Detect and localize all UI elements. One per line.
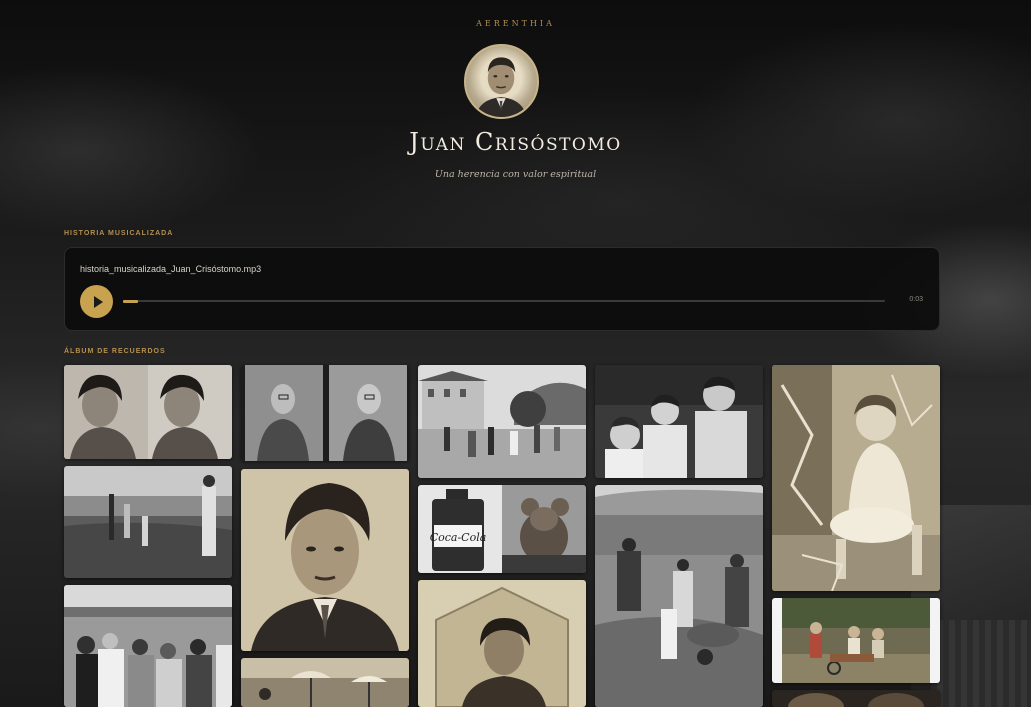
- audio-progress-bar[interactable]: [123, 299, 885, 303]
- page: AERENTHIA Juan Crisóstomo Una herencia c…: [0, 0, 1031, 707]
- audio-player: historia_musicalizada_Juan_Crisóstomo.mp…: [64, 247, 940, 331]
- photo-men-portrait-pair[interactable]: [241, 365, 409, 461]
- audio-time: 0:03: [909, 296, 923, 303]
- photo-beach-umbrellas[interactable]: [241, 658, 409, 707]
- photo-three-boys[interactable]: [595, 365, 763, 478]
- audio-progress-fill: [123, 299, 139, 303]
- music-section-label: HISTORIA MUSICALIZADA: [64, 230, 174, 237]
- photo-children-in-garden[interactable]: [772, 598, 940, 683]
- photo-village-street-dance[interactable]: [418, 365, 586, 478]
- photo-woman-portrait-pair[interactable]: [64, 365, 232, 459]
- photo-coca-cola-bottle-and-toy[interactable]: Coca-Cola: [418, 485, 586, 573]
- play-icon: [93, 295, 103, 308]
- photo-young-man-portrait[interactable]: [241, 469, 409, 651]
- photo-beach-shoreline[interactable]: [64, 466, 232, 578]
- profile-name: Juan Crisóstomo: [409, 128, 622, 156]
- album-section-label: ÁLBUM DE RECUERDOS: [64, 348, 166, 355]
- profile-avatar: [464, 44, 539, 119]
- brand-name[interactable]: AERENTHIA: [0, 19, 1031, 28]
- svg-text:Coca-Cola: Coca-Cola: [430, 531, 487, 544]
- photo-workers-with-wheelbarrow[interactable]: [595, 485, 763, 707]
- background-wall: [931, 620, 1031, 707]
- profile-tagline: Una herencia con valor espiritual: [434, 169, 597, 180]
- photo-portrait-partial[interactable]: [772, 690, 940, 707]
- photo-crowd-at-harbor[interactable]: [64, 585, 232, 707]
- play-button[interactable]: [80, 285, 113, 318]
- audio-file-name: historia_musicalizada_Juan_Crisóstomo.mp…: [80, 264, 262, 274]
- photo-girl-sitting-torn[interactable]: [772, 365, 940, 591]
- photo-woman-in-frame[interactable]: [418, 580, 586, 707]
